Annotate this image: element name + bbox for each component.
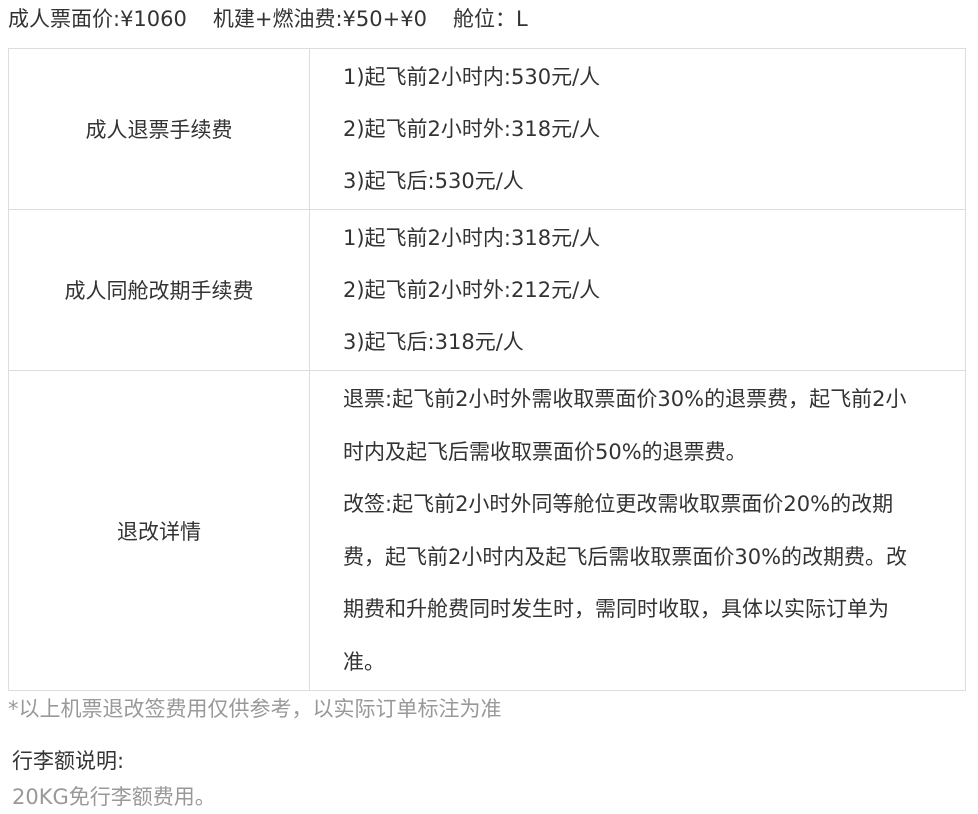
change-fee-row: 成人同舱改期手续费 1)起飞前2小时内:318元/人 2)起飞前2小时外:212… xyxy=(8,209,966,371)
refund-change-rules-table: 成人退票手续费 1)起飞前2小时内:530元/人 2)起飞前2小时外:318元/… xyxy=(8,48,966,691)
change-fee-line: 1)起飞前2小时内:318元/人 xyxy=(343,226,601,250)
change-policy-text: 改签:起飞前2小时外同等舱位更改需收取票面价20%的改期费，起飞前2小时内及起飞… xyxy=(343,492,908,674)
change-fee-line: 2)起飞前2小时外:212元/人 xyxy=(343,278,601,302)
details-label: 退改详情 xyxy=(8,370,310,691)
adult-fare: 成人票面价:¥1060 xyxy=(8,7,187,31)
cabin-class: 舱位：L xyxy=(452,7,528,31)
baggage-title: 行李额说明: xyxy=(12,749,125,773)
refund-fee-line: 1)起飞前2小时内:530元/人 xyxy=(343,65,601,89)
baggage-allowance: 20KG免行李额费用。 xyxy=(12,785,216,809)
details-content: 退票:起飞前2小时外需收取票面价30%的退票费，起飞前2小时内及起飞后需收取票面… xyxy=(309,370,966,691)
refund-fee-line: 2)起飞前2小时外:318元/人 xyxy=(343,117,601,141)
refund-fee-line: 3)起飞后:530元/人 xyxy=(343,169,524,193)
refund-fee-content: 1)起飞前2小时内:530元/人 2)起飞前2小时外:318元/人 3)起飞后:… xyxy=(309,48,966,210)
change-fee-content: 1)起飞前2小时内:318元/人 2)起飞前2小时外:212元/人 3)起飞后:… xyxy=(309,209,966,371)
disclaimer-note: *以上机票退改签费用仅供参考，以实际订单标注为准 xyxy=(8,697,502,721)
airport-fuel-tax: 机建+燃油费:¥50+¥0 xyxy=(212,7,427,31)
change-fee-line: 3)起飞后:318元/人 xyxy=(343,330,524,354)
refund-fee-row: 成人退票手续费 1)起飞前2小时内:530元/人 2)起飞前2小时外:318元/… xyxy=(8,48,966,210)
details-row: 退改详情 退票:起飞前2小时外需收取票面价30%的退票费，起飞前2小时内及起飞后… xyxy=(8,370,966,691)
change-fee-label: 成人同舱改期手续费 xyxy=(8,209,310,371)
refund-fee-label: 成人退票手续费 xyxy=(8,48,310,210)
fare-summary: 成人票面价:¥1060 机建+燃油费:¥50+¥0 舱位：L xyxy=(8,4,528,34)
refund-policy-text: 退票:起飞前2小时外需收取票面价30%的退票费，起飞前2小时内及起飞后需收取票面… xyxy=(343,387,907,464)
